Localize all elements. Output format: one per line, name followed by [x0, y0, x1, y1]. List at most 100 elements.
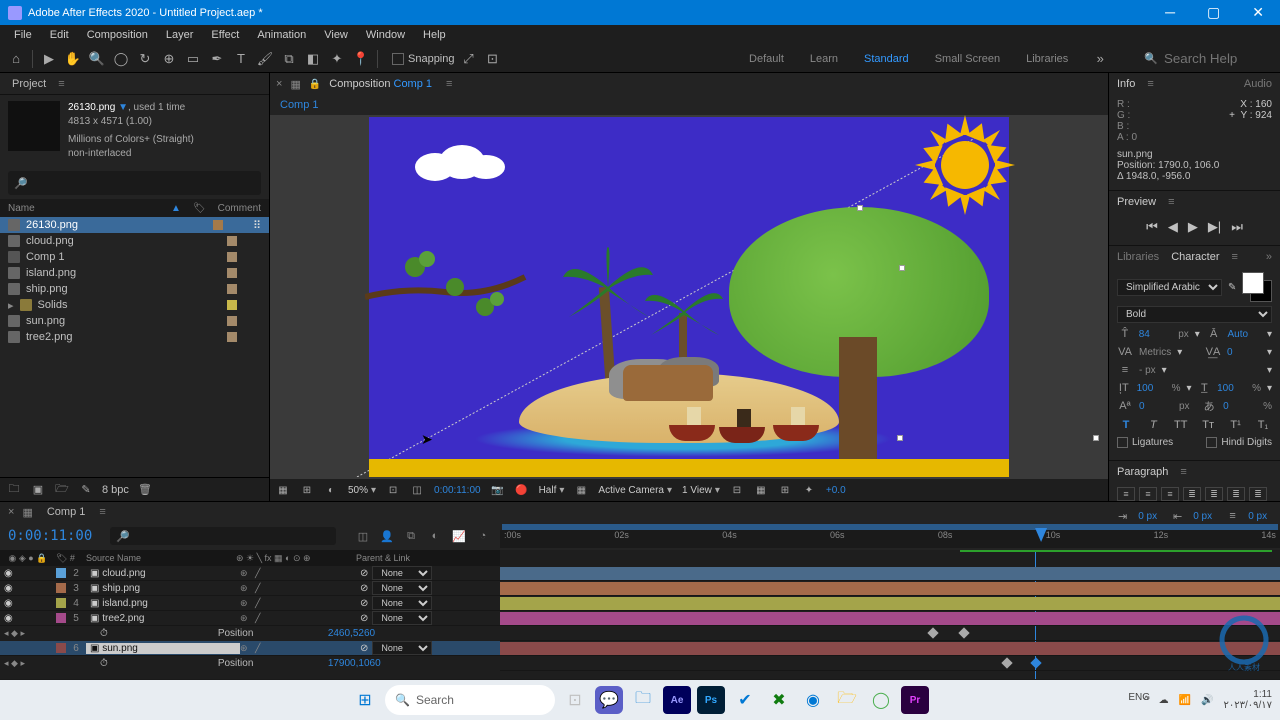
menu-animation[interactable]: Animation: [249, 27, 314, 43]
comp-flow-icon[interactable]: ▦: [290, 78, 300, 91]
next-frame-icon[interactable]: ▶|: [1208, 219, 1221, 235]
maximize-button[interactable]: ▢: [1199, 2, 1228, 23]
view-layout[interactable]: 1 View: [682, 485, 712, 496]
snapshot-icon[interactable]: 📷: [491, 483, 505, 497]
clone-tool-icon[interactable]: ⧉: [279, 49, 299, 69]
vf-ic-c[interactable]: ⊞: [778, 483, 792, 497]
ship-layer[interactable]: [669, 411, 715, 441]
delete-icon[interactable]: 🗑: [137, 482, 153, 498]
property-row[interactable]: ◂ ◆ ▸ ⏱ Position 17900,1060: [0, 656, 500, 671]
resolution[interactable]: Half: [539, 485, 557, 496]
search-help-input[interactable]: [1164, 51, 1274, 66]
project-item[interactable]: 26130.png⠿: [0, 217, 269, 233]
project-search[interactable]: 🔎: [8, 171, 261, 195]
active-camera[interactable]: Active Camera: [598, 485, 664, 496]
project-item[interactable]: island.png: [0, 265, 269, 281]
hand-tool-icon[interactable]: ✋: [63, 49, 83, 69]
alpha-icon[interactable]: ▦: [276, 483, 290, 497]
selection-tool-icon[interactable]: ▶: [39, 49, 59, 69]
roi-icon[interactable]: ◫: [410, 483, 424, 497]
menu-file[interactable]: File: [6, 27, 40, 43]
justify-right-icon[interactable]: ≣: [1227, 487, 1245, 501]
vf-ic-b[interactable]: ▦: [754, 483, 768, 497]
timeline-search[interactable]: 🔎: [110, 527, 336, 545]
col-name[interactable]: Name: [8, 203, 159, 214]
shy-icon[interactable]: 👤: [378, 527, 396, 545]
anchor-tool-icon[interactable]: ⊕: [159, 49, 179, 69]
workspace-learn[interactable]: Learn: [806, 49, 842, 69]
menu-edit[interactable]: Edit: [42, 27, 77, 43]
play-icon[interactable]: ▶: [1188, 219, 1198, 235]
cloud-layer[interactable]: [405, 139, 515, 189]
bpc-label[interactable]: 8 bpc: [102, 484, 129, 496]
project-item[interactable]: sun.png: [0, 313, 269, 329]
chat-icon[interactable]: 💬: [595, 686, 623, 714]
snap-opt1-icon[interactable]: ⤢: [459, 49, 479, 69]
comp-close-icon[interactable]: ×: [276, 78, 282, 90]
workspace-libraries[interactable]: Libraries: [1022, 49, 1072, 69]
current-time[interactable]: 0:00:11:00: [8, 528, 92, 544]
guides-icon[interactable]: ⊞: [300, 483, 314, 497]
eraser-tool-icon[interactable]: ◧: [303, 49, 323, 69]
explorer-taskbar-icon[interactable]: 🗁: [833, 686, 861, 714]
rotate-tool-icon[interactable]: ↻: [135, 49, 155, 69]
start-button[interactable]: ⊞: [351, 686, 379, 714]
first-frame-icon[interactable]: ⏮: [1146, 219, 1158, 235]
files-icon[interactable]: 🗀: [629, 686, 657, 714]
zoom-value[interactable]: 50%: [348, 485, 368, 496]
ps-taskbar-icon[interactable]: Ps: [697, 686, 725, 714]
mask-icon[interactable]: ◐: [324, 483, 338, 497]
project-tab[interactable]: Project: [6, 76, 52, 92]
minimize-button[interactable]: ─: [1157, 2, 1183, 23]
new-comp-icon[interactable]: ▣: [30, 482, 46, 498]
menu-effect[interactable]: Effect: [203, 27, 247, 43]
last-frame-icon[interactable]: ⏭: [1231, 219, 1243, 235]
language-indicator[interactable]: ENG: [1128, 692, 1150, 703]
timeline-tracks[interactable]: [500, 550, 1280, 679]
project-item[interactable]: tree2.png: [0, 329, 269, 345]
project-settings-icon[interactable]: ✎: [78, 482, 94, 498]
adjustment-icon[interactable]: ◔: [474, 527, 492, 545]
home-icon[interactable]: ⌂: [6, 49, 26, 69]
orbit-tool-icon[interactable]: ◯: [111, 49, 131, 69]
align-center-icon[interactable]: ≡: [1139, 487, 1157, 501]
project-item[interactable]: ship.png: [0, 281, 269, 297]
edge-taskbar-icon[interactable]: ◉: [799, 686, 827, 714]
taskbar-search[interactable]: 🔍Search: [385, 685, 555, 715]
motion-blur-icon[interactable]: ◐: [426, 527, 444, 545]
composition-viewer[interactable]: ➤: [270, 115, 1108, 479]
menu-layer[interactable]: Layer: [158, 27, 202, 43]
menu-help[interactable]: Help: [415, 27, 454, 43]
layer-row[interactable]: ◉4 ▣ island.png ⊛ ╱ ⊘ None: [0, 596, 500, 611]
transparency-icon[interactable]: ▦: [574, 483, 588, 497]
project-item[interactable]: ▸Solids: [0, 297, 269, 313]
app-taskbar-icon[interactable]: ◯: [867, 686, 895, 714]
frame-blend-icon[interactable]: ⧉: [402, 527, 420, 545]
exposure[interactable]: +0.0: [826, 485, 846, 496]
layer-row[interactable]: ◉5 ▣ tree2.png ⊛ ╱ ⊘ None: [0, 611, 500, 626]
justify-all-icon[interactable]: ≣: [1249, 487, 1267, 501]
layer-row[interactable]: 6 ▣ sun.png ⊛ ╱ ⊘ None: [0, 641, 500, 656]
workspace-overflow-icon[interactable]: »: [1090, 49, 1110, 69]
timeline-tab[interactable]: Comp 1: [41, 504, 92, 520]
justify-left-icon[interactable]: ≣: [1183, 487, 1201, 501]
prev-frame-icon[interactable]: ◀: [1168, 219, 1178, 235]
close-button[interactable]: ✕: [1244, 2, 1272, 23]
snap-opt2-icon[interactable]: ⊡: [483, 49, 503, 69]
layer-row[interactable]: ◉2 ▣ cloud.png ⊛ ╱ ⊘ None: [0, 566, 500, 581]
layer-row[interactable]: ◉3 ▣ ship.png ⊛ ╱ ⊘ None: [0, 581, 500, 596]
graph-icon[interactable]: 📈: [450, 527, 468, 545]
align-right-icon[interactable]: ≡: [1161, 487, 1179, 501]
breadcrumb[interactable]: Comp 1: [280, 99, 319, 111]
property-row[interactable]: ◂ ◆ ▸ ⏱ Position 2460,5260: [0, 626, 500, 641]
project-item[interactable]: cloud.png: [0, 233, 269, 249]
eyedropper-icon[interactable]: ✎: [1228, 282, 1236, 293]
fill-swatch[interactable]: [1242, 272, 1264, 294]
xbox-taskbar-icon[interactable]: ✖: [765, 686, 793, 714]
project-item[interactable]: Comp 1: [0, 249, 269, 265]
faux-bold-icon[interactable]: T: [1117, 417, 1135, 433]
menu-window[interactable]: Window: [358, 27, 413, 43]
sun-layer[interactable]: [915, 115, 1015, 215]
vf-ic-a[interactable]: ⊟: [730, 483, 744, 497]
brush-tool-icon[interactable]: 🖌: [255, 49, 275, 69]
